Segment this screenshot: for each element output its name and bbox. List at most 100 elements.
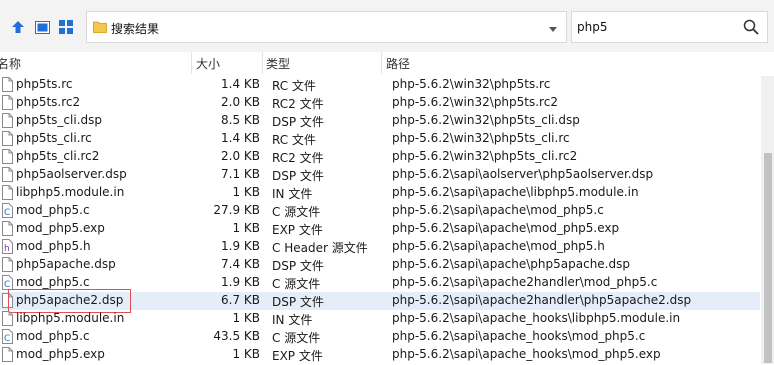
- file-row[interactable]: mod_php5.exp 1 KB EXP 文件 php-5.6.2\sapi\apa…: [0, 346, 760, 364]
- file-type: EXP 文件: [272, 223, 323, 237]
- file-path: php-5.6.2\win32\php5ts_cli.rc2: [392, 149, 578, 163]
- file-row[interactable]: php5ts.rc 1.4 KB RC 文件 php-5.6.2\win32\php5…: [0, 76, 760, 94]
- file-size: 1 KB: [232, 347, 260, 361]
- file-type: C 源文件: [272, 331, 321, 345]
- view-pane-icon[interactable]: [32, 17, 52, 37]
- file-type: DSP 文件: [272, 259, 324, 273]
- file-size: 43.5 KB: [213, 329, 260, 343]
- file-icon: [2, 95, 13, 110]
- file-size: 1.9 KB: [221, 239, 260, 253]
- file-size: 27.9 KB: [213, 203, 260, 217]
- file-row[interactable]: h mod_php5.h 1.9 KB C Header 源文件 php-5.6.2\s…: [0, 238, 760, 256]
- grid-view-icon[interactable]: [56, 17, 76, 37]
- scrollbar-thumb[interactable]: [764, 153, 772, 363]
- file-size: 6.7 KB: [221, 293, 260, 307]
- file-name: mod_php5.exp: [16, 347, 105, 361]
- file-icon: [2, 221, 13, 236]
- file-type: DSP 文件: [272, 295, 324, 309]
- file-row[interactable]: php5apache.dsp 7.4 KB DSP 文件 php-5.6.2\sapi…: [0, 256, 760, 274]
- file-type: DSP 文件: [272, 115, 324, 129]
- column-size[interactable]: 大小: [196, 55, 220, 72]
- file-icon: [2, 257, 13, 272]
- file-size: 1.4 KB: [221, 77, 260, 91]
- search-icon[interactable]: [743, 19, 759, 38]
- file-icon: [2, 131, 13, 146]
- file-type: C 源文件: [272, 205, 321, 219]
- file-row[interactable]: php5apache2.dsp 6.7 KB DSP 文件 php-5.6.2\sap…: [0, 289, 760, 313]
- file-size: 1 KB: [232, 185, 260, 199]
- file-name: libphp5.module.in: [16, 185, 125, 199]
- file-row[interactable]: Cmod_php5.c 27.9 KB C 源文件 php-5.6.2\sapi\ap…: [0, 202, 760, 220]
- file-name: php5ts.rc: [16, 77, 73, 91]
- column-header: 名称 大小 类型 路径: [0, 52, 774, 74]
- file-size: 2.0 KB: [221, 149, 260, 163]
- file-size: 1.9 KB: [221, 275, 260, 289]
- file-name: mod_php5.c: [16, 275, 90, 289]
- file-type: C 源文件: [272, 277, 321, 291]
- file-row[interactable]: php5ts_cli.rc 1.4 KB RC 文件 php-5.6.2\win32\…: [0, 130, 760, 148]
- file-path: php-5.6.2\sapi\apache2handler\mod_php5.c: [392, 275, 658, 289]
- file-size: 8.5 KB: [221, 113, 260, 127]
- file-type: DSP 文件: [272, 169, 324, 183]
- file-name: php5ts_cli.dsp: [16, 113, 102, 127]
- file-path: php-5.6.2\sapi\apache\mod_php5.exp: [392, 221, 620, 235]
- file-row[interactable]: Cmod_php5.c 43.5 KB C 源文件 php-5.6.2\sapi\ap…: [0, 328, 760, 346]
- file-icon: [2, 113, 13, 128]
- file-size: 2.0 KB: [221, 95, 260, 109]
- search-input[interactable]: php5: [577, 20, 607, 34]
- file-icon: [2, 149, 13, 164]
- c-header-file-icon: h: [2, 239, 13, 254]
- file-path: php-5.6.2\sapi\apache_hooks\mod_php5.c: [392, 329, 646, 343]
- file-row[interactable]: php5ts_cli.rc2 2.0 KB RC2 文件 php-5.6.2\win3…: [0, 148, 760, 166]
- chevron-down-icon[interactable]: [548, 23, 558, 37]
- file-type: RC2 文件: [272, 97, 324, 111]
- c-source-file-icon: C: [2, 329, 13, 344]
- file-row[interactable]: php5ts.rc2 2.0 KB RC2 文件 php-5.6.2\win32\ph…: [0, 94, 760, 112]
- column-divider[interactable]: [381, 52, 382, 74]
- file-path: php-5.6.2\sapi\apache_hooks\mod_php5.exp: [392, 347, 661, 361]
- svg-text:C: C: [4, 208, 10, 218]
- file-icon: [2, 167, 13, 182]
- column-divider[interactable]: [262, 52, 263, 74]
- file-path: php-5.6.2\win32\php5ts_cli.rc: [392, 131, 570, 145]
- file-name: mod_php5.c: [16, 329, 90, 343]
- column-divider[interactable]: [191, 52, 192, 74]
- file-name: php5ts.rc2: [16, 95, 81, 109]
- file-type: RC 文件: [272, 133, 316, 147]
- toolbar: 搜索结果 php5: [0, 0, 774, 52]
- file-path: php-5.6.2\win32\php5ts.rc2: [392, 95, 558, 109]
- column-name[interactable]: 名称: [0, 55, 21, 72]
- file-icon: [2, 77, 13, 92]
- file-row[interactable]: php5aolserver.dsp 7.1 KB DSP 文件 php-5.6.2\s…: [0, 166, 760, 184]
- file-name: php5ts_cli.rc2: [16, 149, 100, 163]
- file-name: mod_php5.exp: [16, 221, 105, 235]
- file-row[interactable]: mod_php5.exp 1 KB EXP 文件 php-5.6.2\sapi\apa…: [0, 220, 760, 238]
- folder-icon: [93, 20, 107, 37]
- column-type[interactable]: 类型: [266, 55, 290, 72]
- file-size: 1.4 KB: [221, 131, 260, 145]
- file-path: php-5.6.2\sapi\apache\mod_php5.c: [392, 203, 604, 217]
- file-path: php-5.6.2\sapi\apache2handler\php5apache…: [392, 293, 692, 307]
- file-name: php5aolserver.dsp: [16, 167, 127, 181]
- file-name: mod_php5.h: [16, 239, 91, 253]
- column-path[interactable]: 路径: [386, 55, 410, 72]
- svg-text:h: h: [4, 244, 10, 254]
- file-name: php5apache.dsp: [16, 257, 116, 271]
- file-type: IN 文件: [272, 313, 313, 327]
- file-row[interactable]: php5ts_cli.dsp 8.5 KB DSP 文件 php-5.6.2\win3…: [0, 112, 760, 130]
- file-name: mod_php5.c: [16, 203, 90, 217]
- file-row[interactable]: libphp5.module.in 1 KB IN 文件 php-5.6.2\sapi…: [0, 184, 760, 202]
- address-bar[interactable]: 搜索结果: [86, 11, 567, 43]
- file-path: php-5.6.2\sapi\aolserver\php5aolserver.d…: [392, 167, 654, 181]
- up-arrow-icon[interactable]: [8, 17, 28, 37]
- search-box[interactable]: php5: [571, 11, 768, 43]
- file-path: php-5.6.2\win32\php5ts.rc: [392, 77, 551, 91]
- file-row[interactable]: libphp5.module.in 1 KB IN 文件 php-5.6.2\sapi…: [0, 310, 760, 328]
- c-source-file-icon: C: [2, 275, 13, 290]
- file-size: 1 KB: [232, 311, 260, 325]
- file-path: php-5.6.2\sapi\apache\libphp5.module.in: [392, 185, 639, 199]
- file-icon: [2, 185, 13, 200]
- file-size: 7.4 KB: [221, 257, 260, 271]
- vertical-scrollbar[interactable]: [761, 76, 774, 364]
- file-icon: [2, 311, 13, 326]
